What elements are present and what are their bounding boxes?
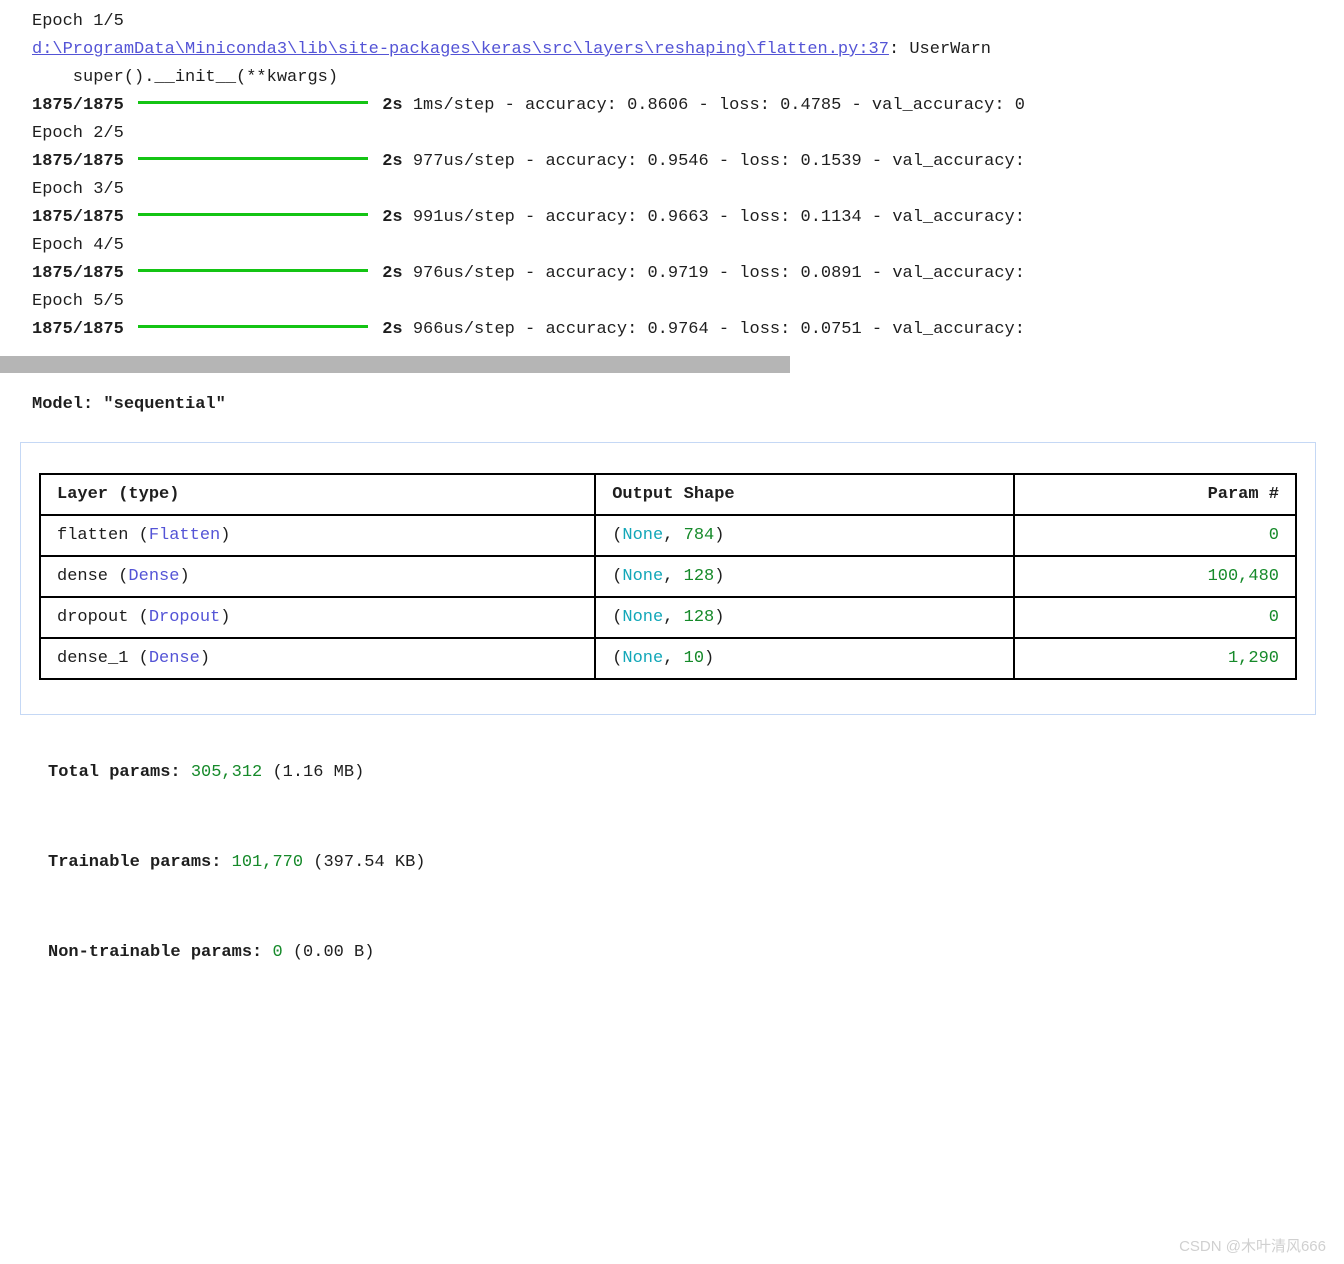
- layer-cell: flatten (Flatten): [40, 515, 595, 556]
- params-cell: 100,480: [1014, 556, 1296, 597]
- table-row: dropout (Dropout) (None, 128) 0: [40, 597, 1296, 638]
- table-header-row: Layer (type) Output Shape Param #: [40, 474, 1296, 515]
- table-row: dense_1 (Dense) (None, 10) 1,290: [40, 638, 1296, 679]
- epoch-label: Epoch 2/5: [32, 120, 1312, 148]
- header-layer: Layer (type): [40, 474, 595, 515]
- total-params: Total params: 305,312 (1.16 MB): [48, 759, 1312, 787]
- params-cell: 0: [1014, 597, 1296, 638]
- progress-bar-icon: [138, 213, 368, 216]
- table-row: dense (Dense) (None, 128) 100,480: [40, 556, 1296, 597]
- progress-line: 1875/1875 2s 966us/step - accuracy: 0.97…: [32, 316, 1312, 344]
- params-summary: Total params: 305,312 (1.16 MB) Trainabl…: [0, 715, 1344, 1049]
- epoch-label: Epoch 5/5: [32, 288, 1312, 316]
- watermark: CSDN @木叶清风666: [1179, 1235, 1326, 1256]
- divider: [0, 356, 790, 373]
- file-path-link[interactable]: d:\ProgramData\Miniconda3\lib\site-packa…: [32, 40, 889, 59]
- trainable-params: Trainable params: 101,770 (397.54 KB): [48, 849, 1312, 877]
- shape-cell: (None, 784): [595, 515, 1014, 556]
- params-cell: 1,290: [1014, 638, 1296, 679]
- layer-cell: dense_1 (Dense): [40, 638, 595, 679]
- progress-bar-icon: [138, 325, 368, 328]
- shape-cell: (None, 128): [595, 597, 1014, 638]
- progress-bar-icon: [138, 269, 368, 272]
- model-summary-table: Layer (type) Output Shape Param # flatte…: [39, 473, 1297, 680]
- model-summary-table-container: Layer (type) Output Shape Param # flatte…: [20, 442, 1316, 715]
- warning-line: d:\ProgramData\Miniconda3\lib\site-packa…: [32, 36, 1312, 64]
- progress-line: 1875/1875 2s 976us/step - accuracy: 0.97…: [32, 260, 1312, 288]
- model-title: Model: "sequential": [0, 377, 1344, 442]
- header-shape: Output Shape: [595, 474, 1014, 515]
- progress-bar-icon: [138, 101, 368, 104]
- epoch-label: Epoch 3/5: [32, 176, 1312, 204]
- shape-cell: (None, 128): [595, 556, 1014, 597]
- header-params: Param #: [1014, 474, 1296, 515]
- shape-cell: (None, 10): [595, 638, 1014, 679]
- code-line: super().__init__(**kwargs): [32, 64, 1312, 92]
- progress-line: 1875/1875 2s 1ms/step - accuracy: 0.8606…: [32, 92, 1312, 120]
- epoch-label: Epoch 4/5: [32, 232, 1312, 260]
- table-row: flatten (Flatten) (None, 784) 0: [40, 515, 1296, 556]
- progress-line: 1875/1875 2s 991us/step - accuracy: 0.96…: [32, 204, 1312, 232]
- nontrainable-params: Non-trainable params: 0 (0.00 B): [48, 939, 1312, 967]
- epoch-label: Epoch 1/5: [32, 8, 1312, 36]
- training-output: Epoch 1/5 d:\ProgramData\Miniconda3\lib\…: [0, 0, 1344, 352]
- progress-bar-icon: [138, 157, 368, 160]
- progress-line: 1875/1875 2s 977us/step - accuracy: 0.95…: [32, 148, 1312, 176]
- layer-cell: dense (Dense): [40, 556, 595, 597]
- params-cell: 0: [1014, 515, 1296, 556]
- layer-cell: dropout (Dropout): [40, 597, 595, 638]
